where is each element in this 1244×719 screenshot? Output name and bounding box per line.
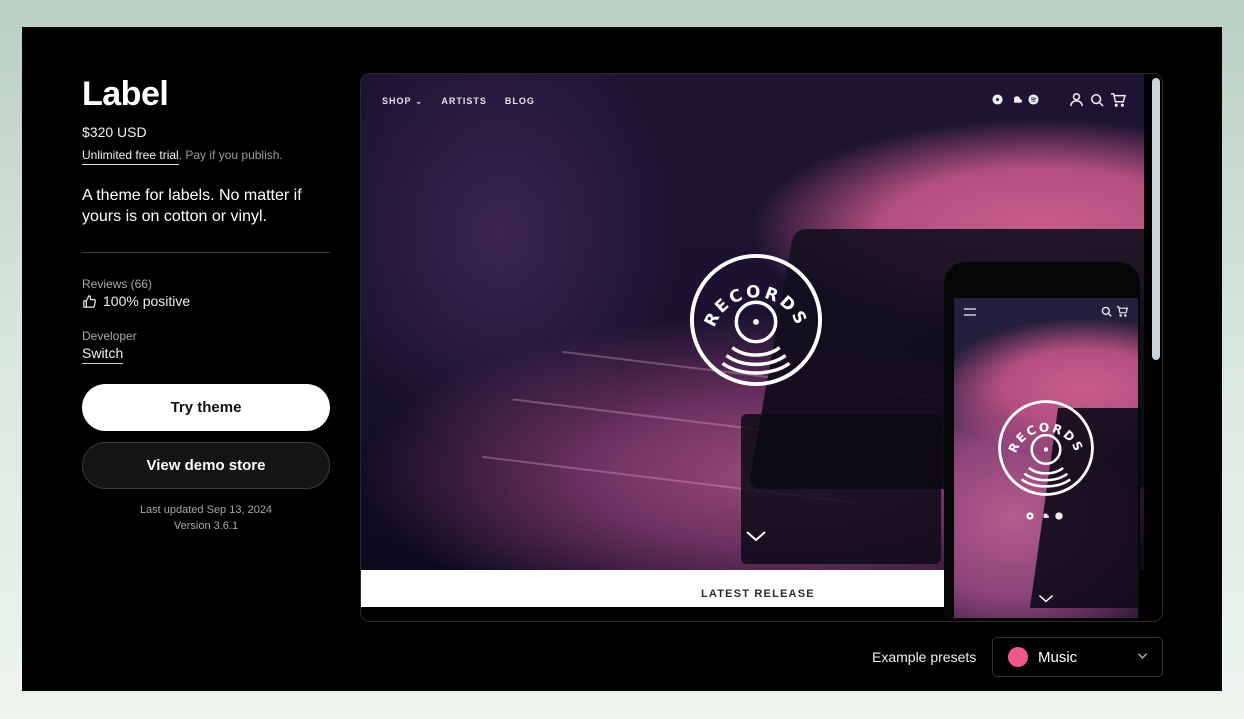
reviews-value: 100% positive (103, 293, 191, 309)
last-updated: Last updated Sep 13, 2024 (139, 504, 273, 516)
mobile-records-logo: RECORDS (998, 400, 1094, 496)
thumbs-up-icon (83, 294, 96, 308)
preset-selected-value: Music (1038, 648, 1078, 666)
latest-release-section: LATEST RELEASE (361, 570, 944, 607)
theme-page: Label $320 USD Unlimited free trial. Pay… (22, 27, 1222, 691)
latest-release-heading: LATEST RELEASE (701, 588, 815, 600)
discogs-icon[interactable] (992, 94, 1003, 105)
search-icon[interactable] (1101, 306, 1112, 317)
mobile-scroll-down-chevron-icon[interactable] (1038, 594, 1054, 603)
theme-description: A theme for labels. No matter if yours i… (82, 187, 302, 225)
tonearm-base (741, 414, 941, 564)
soundcloud-icon[interactable] (1040, 513, 1049, 519)
free-trial-link[interactable]: Unlimited free trial (82, 148, 179, 165)
trial-note: Unlimited free trial. Pay if you publish… (82, 148, 283, 165)
scroll-down-chevron-icon[interactable] (745, 530, 767, 542)
theme-price: $320 USD (82, 124, 147, 140)
cart-icon[interactable] (1110, 92, 1126, 107)
discogs-icon[interactable] (1026, 512, 1034, 520)
nav-artists[interactable]: ARTISTS (441, 96, 487, 107)
reviews-label[interactable]: Reviews (66) (82, 277, 152, 291)
preset-color-swatch (1008, 647, 1028, 667)
mobile-preview: RECORDS (944, 262, 1140, 621)
divider (82, 252, 330, 253)
trial-suffix: . Pay if you publish. (178, 148, 283, 162)
spotify-icon[interactable] (1028, 94, 1039, 105)
developer-link[interactable]: Switch (82, 345, 124, 364)
hamburger-menu-icon[interactable] (964, 308, 976, 316)
reviews-rating: 100% positive (82, 293, 190, 309)
account-icon[interactable] (1069, 92, 1084, 107)
version: Version 3.6.1 (173, 520, 239, 532)
theme-preview: SHOP ⌄ ARTISTS BLOG RECORDS LATEST RELEA… (360, 73, 1163, 622)
spotify-icon[interactable] (1055, 512, 1063, 520)
chevron-down-icon: ⌄ (414, 96, 424, 106)
nav-blog[interactable]: BLOG (505, 96, 535, 107)
cart-icon[interactable] (1116, 306, 1128, 317)
preview-nav-icons (992, 92, 1126, 107)
soundcloud-icon[interactable] (1009, 95, 1022, 104)
search-icon[interactable] (1090, 93, 1104, 107)
preview-scrollbar[interactable] (1152, 78, 1160, 360)
chevron-down-icon (1137, 653, 1148, 659)
mobile-nav-icons (1101, 306, 1128, 317)
update-info: Last updated Sep 13, 2024 Version 3.6.1 (82, 502, 330, 534)
view-demo-store-button[interactable]: View demo store (82, 442, 330, 489)
mobile-social-icons (1026, 512, 1063, 520)
records-logo: RECORDS (689, 253, 823, 387)
theme-title: Label (82, 75, 169, 113)
preview-nav: SHOP ⌄ ARTISTS BLOG (382, 96, 535, 107)
try-theme-button[interactable]: Try theme (82, 384, 330, 431)
mobile-screen: RECORDS (954, 298, 1138, 618)
example-presets-label: Example presets (872, 649, 977, 665)
preset-select[interactable]: Music (992, 637, 1163, 677)
nav-shop[interactable]: SHOP ⌄ (382, 96, 423, 107)
developer-label: Developer (82, 329, 137, 343)
